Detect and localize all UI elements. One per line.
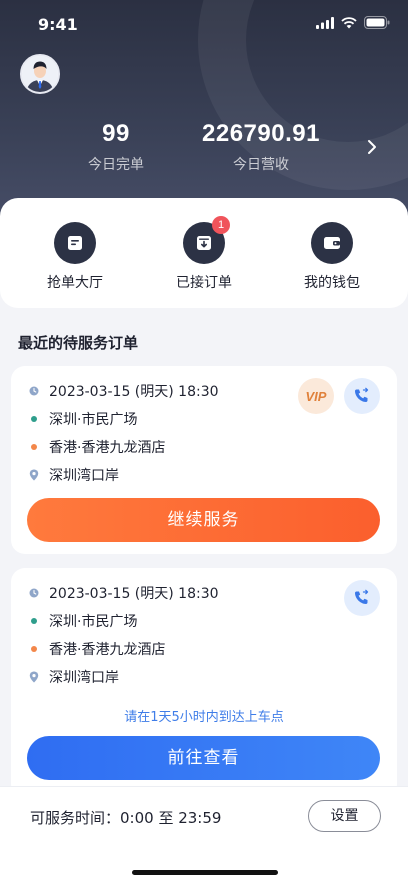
phone-icon xyxy=(355,387,369,402)
order-end: 深圳湾口岸 xyxy=(49,468,119,484)
avatar[interactable] xyxy=(20,54,60,94)
order-via: 香港·香港九龙酒店 xyxy=(49,440,166,456)
continue-service-button[interactable]: 继续服务 xyxy=(27,498,380,542)
accepted-orders-icon: 1 xyxy=(183,216,230,264)
wallet-icon xyxy=(311,222,353,264)
order-via-row: 香港·香港九龙酒店 xyxy=(29,639,165,659)
start-point-icon xyxy=(31,618,37,624)
stat-value: 226790.91 xyxy=(202,120,320,147)
via-point-icon xyxy=(31,646,37,652)
quick-action-label: 抢单大厅 xyxy=(47,275,103,291)
quick-action-wallet[interactable]: 我的钱包 xyxy=(282,222,382,292)
order-end: 深圳湾口岸 xyxy=(49,670,119,686)
quick-action-label: 已接订单 xyxy=(176,275,232,291)
call-passenger-button[interactable] xyxy=(344,580,380,616)
section-title: 最近的待服务订单 xyxy=(18,334,139,352)
bottom-bar: 可服务时间：0:00 至 23:59 设置 xyxy=(0,786,408,883)
order-datetime: 2023-03-15 (明天) 18:30 xyxy=(49,586,219,602)
start-point-icon xyxy=(31,416,37,422)
via-point-icon xyxy=(31,444,37,450)
order-card[interactable]: 2023-03-15 (明天) 18:30 深圳·市民广场 香港·香港九龙酒店 … xyxy=(11,568,397,798)
quick-action-label: 我的钱包 xyxy=(304,275,360,291)
stat-value: 99 xyxy=(102,120,130,147)
order-hall-icon xyxy=(54,222,96,264)
home-indicator xyxy=(132,870,278,875)
clock-icon xyxy=(29,386,39,396)
vip-badge: VIP xyxy=(298,378,334,414)
today-completed-stat: 99 今日完单 xyxy=(66,120,166,174)
order-datetime: 2023-03-15 (明天) 18:30 xyxy=(49,384,219,400)
today-revenue-stat: 226790.91 今日营收 xyxy=(186,120,336,174)
service-time-text: 可服务时间：0:00 至 23:59 xyxy=(30,809,222,827)
order-end-row: 深圳湾口岸 xyxy=(29,667,119,687)
status-icons xyxy=(316,16,390,29)
order-end-row: 深圳湾口岸 xyxy=(29,465,119,485)
call-passenger-button[interactable] xyxy=(344,378,380,414)
status-time: 9:41 xyxy=(38,15,78,34)
quick-actions-card: 抢单大厅 1 已接订单 我的钱包 xyxy=(0,198,408,308)
order-datetime-row: 2023-03-15 (明天) 18:30 xyxy=(29,583,219,603)
order-via: 香港·香港九龙酒店 xyxy=(49,642,166,658)
stat-label: 今日完单 xyxy=(88,157,144,173)
chevron-right-icon[interactable] xyxy=(367,139,377,155)
signal-icon xyxy=(316,16,334,29)
order-card[interactable]: 2023-03-15 (明天) 18:30 深圳·市民广场 香港·香港九龙酒店 … xyxy=(11,366,397,554)
quick-action-order-hall[interactable]: 抢单大厅 xyxy=(25,222,125,292)
battery-icon xyxy=(364,16,390,29)
arrival-hint: 请在1天5小时内到达上车点 xyxy=(124,710,284,725)
order-via-row: 香港·香港九龙酒店 xyxy=(29,437,165,457)
location-pin-icon xyxy=(29,469,39,481)
notification-badge: 1 xyxy=(212,216,230,234)
wifi-icon xyxy=(341,16,357,28)
view-order-button[interactable]: 前往查看 xyxy=(27,736,380,780)
order-start-row: 深圳·市民广场 xyxy=(29,409,137,429)
status-bar: 9:41 xyxy=(0,0,408,46)
order-start-row: 深圳·市民广场 xyxy=(29,611,137,631)
driver-avatar-icon xyxy=(22,56,58,92)
order-start: 深圳·市民广场 xyxy=(49,412,138,428)
order-datetime-row: 2023-03-15 (明天) 18:30 xyxy=(29,381,219,401)
location-pin-icon xyxy=(29,671,39,683)
quick-action-accepted-orders[interactable]: 1 已接订单 xyxy=(154,216,254,292)
order-start: 深圳·市民广场 xyxy=(49,614,138,630)
stat-label: 今日营收 xyxy=(233,157,289,173)
settings-button[interactable]: 设置 xyxy=(308,800,381,832)
phone-icon xyxy=(355,589,369,604)
clock-icon xyxy=(29,588,39,598)
